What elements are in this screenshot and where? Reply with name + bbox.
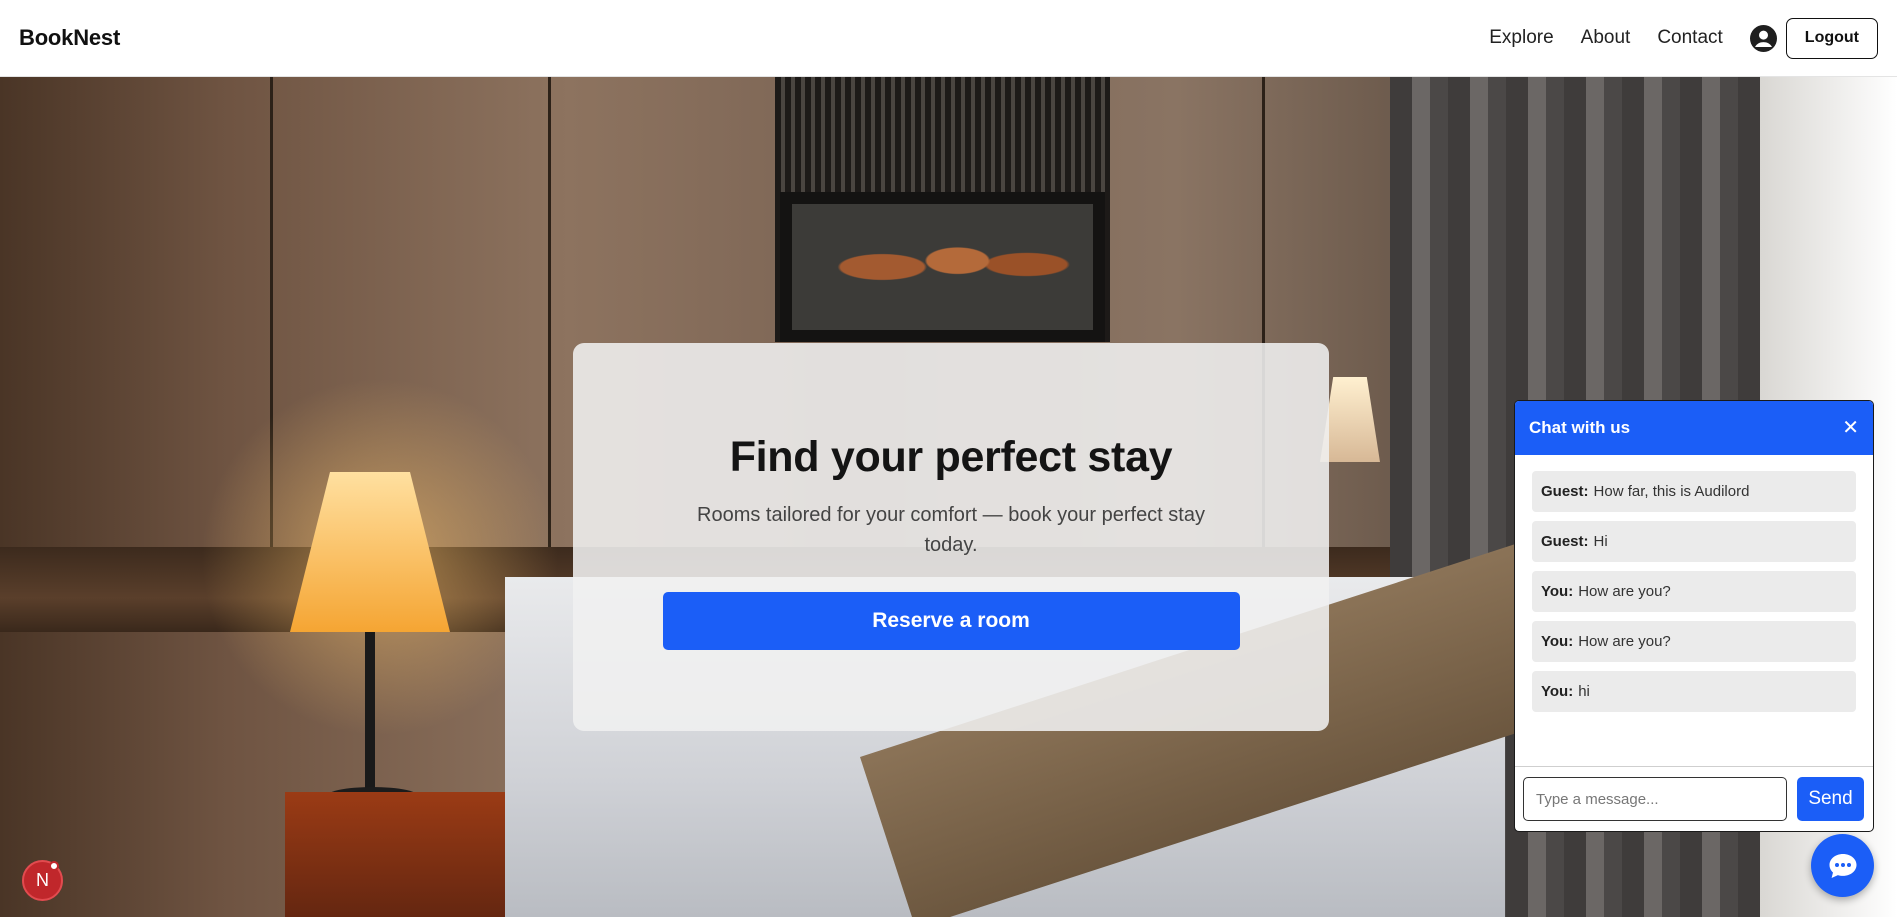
message-text: Hi bbox=[1593, 533, 1608, 550]
n-badge-letter: N bbox=[36, 870, 49, 890]
message-text: hi bbox=[1578, 683, 1590, 700]
nav-link-explore[interactable]: Explore bbox=[1489, 27, 1553, 49]
message-text: How are you? bbox=[1578, 583, 1671, 600]
wall-panel-divider bbox=[548, 77, 551, 547]
nav-link-contact[interactable]: Contact bbox=[1657, 27, 1722, 49]
message-text: How are you? bbox=[1578, 633, 1671, 650]
chat-message: Guest: How far, this is Audilord bbox=[1532, 471, 1856, 512]
logout-button[interactable]: Logout bbox=[1785, 17, 1878, 59]
chat-message: You: hi bbox=[1532, 671, 1856, 712]
chat-widget: Chat with us ✕ Guest: How far, this is A… bbox=[1514, 400, 1874, 832]
chat-message: You: How are you? bbox=[1532, 621, 1856, 662]
hero-title: Find your perfect stay bbox=[729, 433, 1173, 481]
top-navbar: BookNest Explore About Contact Logout bbox=[0, 0, 1897, 77]
user-circle-icon[interactable] bbox=[1749, 24, 1777, 52]
message-sender: Guest: bbox=[1541, 483, 1589, 500]
nav-link-about[interactable]: About bbox=[1581, 27, 1631, 49]
reserve-room-button[interactable]: Reserve a room bbox=[662, 592, 1240, 650]
message-text: How far, this is Audilord bbox=[1593, 483, 1750, 500]
chat-message-input[interactable] bbox=[1523, 777, 1787, 821]
chat-message: Guest: Hi bbox=[1532, 521, 1856, 562]
n-badge-button[interactable]: N bbox=[22, 860, 63, 901]
notification-dot bbox=[49, 861, 59, 871]
chat-title: Chat with us bbox=[1529, 418, 1631, 437]
message-sender: Guest: bbox=[1541, 533, 1589, 550]
hero-subtitle: Rooms tailored for your comfort — book y… bbox=[697, 504, 1205, 556]
message-sender: You: bbox=[1541, 583, 1574, 600]
main-nav: Explore About Contact Logout bbox=[1462, 17, 1878, 59]
chat-message: You: How are you? bbox=[1532, 571, 1856, 612]
message-sender: You: bbox=[1541, 633, 1574, 650]
chat-bubble-icon bbox=[1829, 853, 1856, 878]
close-icon[interactable]: ✕ bbox=[1842, 418, 1859, 438]
chat-header: Chat with us ✕ bbox=[1515, 401, 1873, 455]
chat-input-row: Send bbox=[1515, 766, 1873, 831]
brand-logo[interactable]: BookNest bbox=[19, 25, 120, 51]
hero-card: Find your perfect stay Rooms tailored fo… bbox=[573, 343, 1329, 731]
message-sender: You: bbox=[1541, 683, 1574, 700]
chat-toggle-button[interactable] bbox=[1811, 834, 1874, 897]
send-button[interactable]: Send bbox=[1797, 777, 1864, 821]
chat-message-list: Guest: How far, this is Audilord Guest: … bbox=[1515, 455, 1873, 767]
wall-artwork bbox=[780, 192, 1105, 342]
right-lamp bbox=[1320, 377, 1380, 462]
